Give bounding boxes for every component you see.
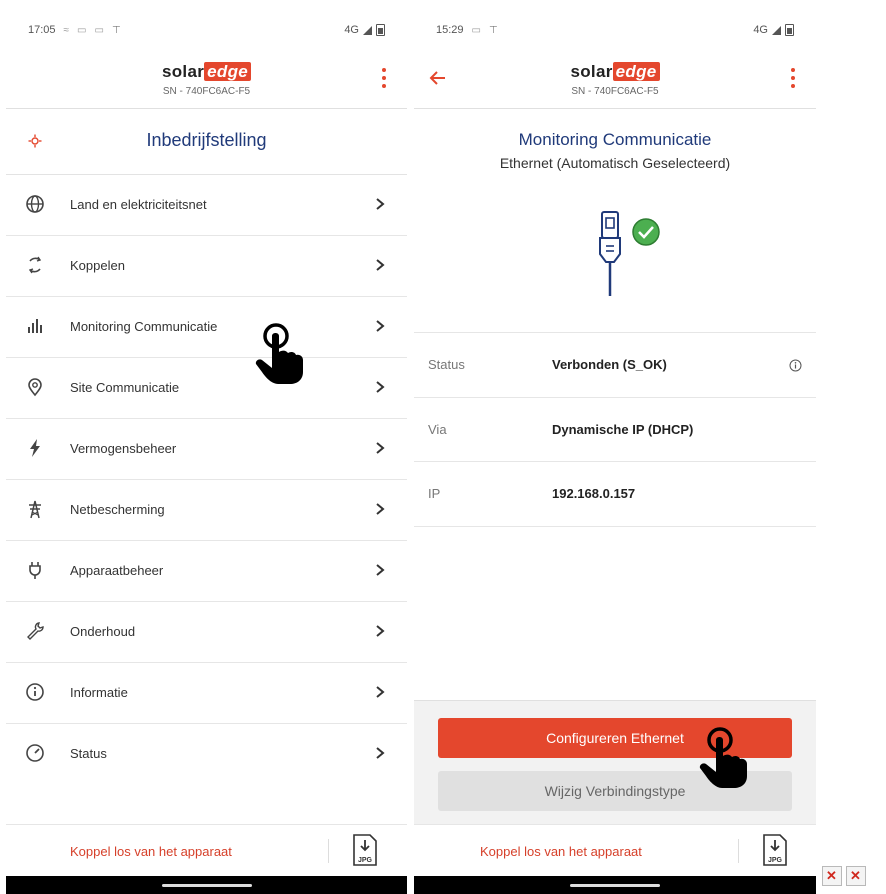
menu-item-onderhoud[interactable]: Onderhoud — [6, 602, 407, 663]
chevron-right-icon — [376, 320, 385, 332]
tap-hand-icon — [699, 727, 747, 788]
menu-item-label: Monitoring Communicatie — [70, 319, 218, 334]
menu-item-label: Koppelen — [70, 258, 125, 273]
menu-item-monitoring[interactable]: Monitoring Communicatie — [6, 297, 407, 358]
ethernet-connected-icon — [599, 211, 660, 296]
menu-item-site-communicatie[interactable]: Site Communicatie — [6, 358, 407, 419]
chevron-right-icon — [376, 442, 385, 454]
wifi-icon: ≈ — [63, 24, 70, 36]
menu-item-label: Land en elektriciteitsnet — [70, 197, 207, 212]
menu-item-label: Vermogensbeheer — [70, 441, 177, 456]
disconnect-link[interactable]: Koppel los van het apparaat — [480, 844, 642, 859]
battery-icon — [376, 24, 385, 36]
chevron-right-icon — [376, 686, 385, 698]
status-time: 15:29 — [436, 24, 464, 36]
chevron-right-icon — [376, 564, 385, 576]
network-type: 4G — [753, 24, 768, 36]
menu-item-status[interactable]: Status — [6, 724, 407, 785]
tap-hand-icon — [255, 323, 303, 384]
chevron-right-icon — [376, 198, 385, 210]
lightning-icon — [30, 439, 40, 457]
row-key: IP — [428, 486, 441, 501]
page-title: Inbedrijfstelling — [146, 130, 267, 150]
menu-item-label: Onderhoud — [70, 624, 136, 639]
menu-item-netbescherming[interactable]: Netbescherming — [6, 480, 407, 541]
system-nav-bar — [6, 876, 407, 894]
phone-left-screen: 17:05 ≈ ▭ ▭ ⊤ 4G solar edge SN - 740FC6AC… — [6, 0, 407, 894]
more-menu-icon[interactable] — [790, 68, 796, 94]
row-key: Status — [428, 357, 465, 372]
serial-number: SN - 740FC6AC-F5 — [571, 86, 659, 97]
section-header: Inbedrijfstelling — [6, 110, 407, 175]
menu-item-land[interactable]: Land en elektriciteitsnet — [6, 175, 407, 236]
svg-text:JPG: JPG — [358, 857, 373, 864]
menu-item-label: Status — [70, 746, 107, 761]
battery-icon — [785, 24, 794, 36]
action-area: Configureren Ethernet Wijzig Verbindings… — [414, 700, 816, 825]
row-key: Via — [428, 422, 447, 437]
status-row: Status Verbonden (S_OK) — [414, 332, 816, 397]
page-subtitle: Ethernet (Automatisch Geselecteerd) — [499, 155, 731, 171]
antenna-icon: ⊤ — [111, 24, 121, 36]
chevron-right-icon — [376, 381, 385, 393]
nfc-icon: ▭ — [94, 24, 104, 36]
page-title: Monitoring Communicatie — [518, 130, 712, 149]
menu-item-label: Apparaatbeheer — [70, 563, 164, 578]
wrench-icon — [27, 622, 44, 640]
menu-item-label: Site Communicatie — [70, 380, 180, 395]
chevron-right-icon — [376, 259, 385, 271]
power-tower-icon — [29, 500, 41, 519]
info-icon — [26, 683, 44, 701]
menu-item-vermogensbeheer[interactable]: Vermogensbeheer — [6, 419, 407, 480]
globe-icon — [26, 195, 44, 213]
commissioning-menu: Land en elektriciteitsnet Koppelen Monit… — [6, 175, 407, 785]
nfc-icon: ▭ — [77, 24, 87, 36]
broken-image-icon — [846, 866, 866, 886]
chevron-right-icon — [376, 747, 385, 759]
menu-item-label: Netbescherming — [70, 502, 165, 517]
ip-row: IP 192.168.0.157 — [414, 461, 816, 527]
signal-icon — [772, 25, 781, 35]
jpg-download-icon[interactable]: JPG — [762, 833, 788, 867]
solaredge-logo: solar edge — [414, 62, 816, 82]
row-value: 192.168.0.157 — [552, 486, 636, 501]
network-type: 4G — [344, 24, 359, 36]
app-bar: solar edge SN - 740FC6AC-F5 — [6, 40, 407, 108]
footer: Koppel los van het apparaat JPG — [6, 824, 407, 877]
signal-icon — [363, 25, 372, 35]
gauge-icon — [26, 744, 44, 762]
disconnect-link[interactable]: Koppel los van het apparaat — [70, 844, 232, 859]
menu-item-apparaatbeheer[interactable]: Apparaatbeheer — [6, 541, 407, 602]
info-icon[interactable] — [789, 359, 802, 372]
svg-text:JPG: JPG — [768, 857, 783, 864]
menu-item-label: Informatie — [70, 685, 128, 700]
system-nav-bar — [414, 876, 816, 894]
status-time: 17:05 — [28, 24, 56, 36]
row-value: Dynamische IP (DHCP) — [552, 422, 694, 437]
row-value: Verbonden (S_OK) — [552, 357, 667, 372]
footer: Koppel los van het apparaat JPG — [414, 824, 816, 877]
location-pin-icon — [28, 378, 42, 397]
chevron-right-icon — [376, 503, 385, 515]
solaredge-logo: solar edge — [6, 62, 407, 82]
home-indicator[interactable] — [570, 884, 660, 887]
serial-number: SN - 740FC6AC-F5 — [162, 86, 251, 97]
phone-right-screen: 15:29 ▭ ⊤ 4G solar edge SN - 740FC6AC-F5 … — [414, 0, 816, 894]
menu-item-informatie[interactable]: Informatie — [6, 663, 407, 724]
chevron-right-icon — [376, 625, 385, 637]
app-bar: solar edge SN - 740FC6AC-F5 — [414, 40, 816, 108]
home-indicator[interactable] — [161, 884, 252, 887]
nfc-icon: ▭ — [471, 24, 481, 36]
plug-icon — [29, 562, 41, 579]
via-row: Via Dynamische IP (DHCP) — [414, 397, 816, 462]
more-menu-icon[interactable] — [381, 68, 387, 94]
menu-item-koppelen[interactable]: Koppelen — [6, 236, 407, 297]
jpg-download-icon[interactable]: JPG — [352, 833, 378, 867]
antenna-icon: ⊤ — [488, 24, 498, 36]
broken-image-icon — [822, 866, 842, 886]
bar-chart-icon — [28, 319, 42, 333]
sync-icon — [28, 256, 42, 274]
